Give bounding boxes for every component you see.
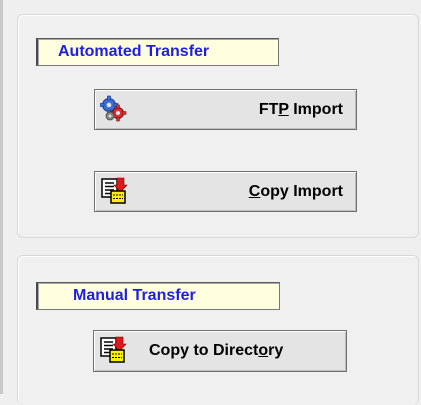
- ftp-import-button[interactable]: FTP Import: [94, 89, 357, 130]
- copy-import-label: Copy Import: [248, 183, 343, 200]
- ftp-import-label: FTP Import: [258, 101, 343, 118]
- window-left-border: [0, 0, 3, 394]
- copy-to-directory-button[interactable]: Copy to Directory: [93, 330, 347, 372]
- copy-import-icon: [100, 177, 128, 205]
- automated-transfer-label: Automated Transfer: [36, 38, 279, 66]
- manual-transfer-label: Manual Transfer: [36, 282, 280, 310]
- copy-to-directory-label: Copy to Directory: [149, 342, 284, 359]
- gears-icon: [99, 95, 128, 123]
- copy-import-button[interactable]: Copy Import: [94, 171, 357, 212]
- copy-to-directory-icon: [99, 336, 127, 364]
